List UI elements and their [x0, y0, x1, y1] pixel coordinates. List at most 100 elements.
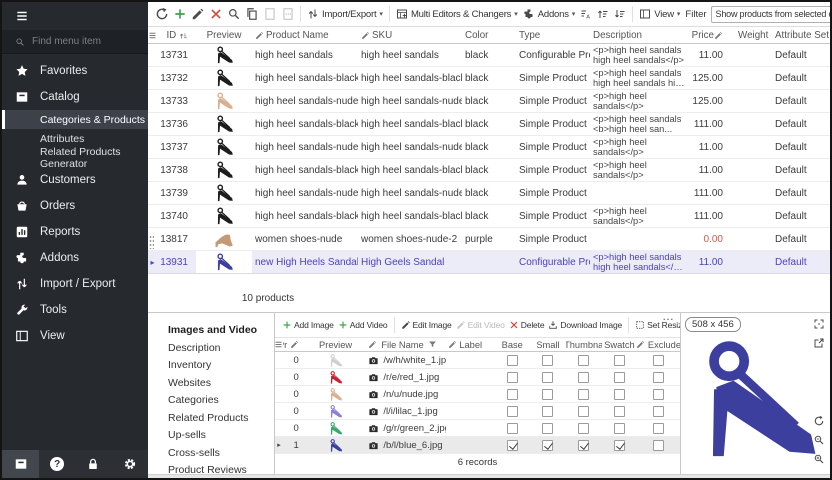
tab-categories[interactable]: Categories [148, 392, 274, 410]
search-button[interactable] [225, 4, 242, 24]
tab-inventory[interactable]: Inventory [148, 357, 274, 375]
cell-base[interactable] [494, 355, 530, 366]
column-header-sku[interactable]: SKU [358, 30, 462, 41]
exclude-checkbox[interactable] [653, 389, 664, 400]
settings-button[interactable] [112, 457, 148, 471]
cell-product-name[interactable]: high heel sandals-nude-37 [252, 182, 358, 204]
cell-attribute-set[interactable]: Default [772, 159, 830, 181]
cell-small[interactable] [530, 389, 566, 400]
base-checkbox[interactable] [507, 423, 518, 434]
sidebar-item-orders[interactable]: Orders [2, 193, 148, 219]
cell-swatch[interactable] [602, 355, 638, 366]
column-header-thumbnail[interactable]: Thumbna [566, 340, 602, 350]
cell-price[interactable]: 11.00 [690, 136, 735, 158]
sort-alpha-button[interactable] [578, 4, 594, 24]
cell-id[interactable]: 13738 [157, 159, 196, 181]
exclude-checkbox[interactable] [653, 406, 664, 417]
delete-image-button[interactable]: Delete [508, 320, 546, 330]
addons-menu-button[interactable]: Addons▾ [521, 4, 578, 24]
cell-type[interactable]: Simple Product [516, 113, 590, 135]
sidebar-item-customers[interactable]: Customers [2, 167, 148, 193]
column-header-position[interactable]: Pr [283, 340, 305, 350]
delete-product-button[interactable] [207, 4, 224, 24]
cell-color[interactable]: purple [462, 228, 516, 250]
product-row[interactable]: 13738 high heel sandals-black-37 high he… [148, 159, 830, 182]
cell-color[interactable]: black [462, 205, 516, 227]
cell-id[interactable]: 13736 [157, 113, 196, 135]
paste-special-button[interactable] [279, 4, 296, 24]
swatch-checkbox[interactable] [614, 423, 625, 434]
cell-thumbnail[interactable] [566, 423, 602, 434]
cell-position[interactable]: 0 [283, 406, 305, 417]
cell-position[interactable]: 0 [283, 389, 305, 400]
cell-product-name[interactable]: high heel sandals-black-37 [252, 159, 358, 181]
cell-price[interactable]: 111.00 [690, 205, 735, 227]
cell-price[interactable]: 11.00 [690, 159, 735, 181]
bottom-catalog-button[interactable] [2, 450, 39, 478]
media-preview-image[interactable] [305, 421, 367, 436]
base-checkbox[interactable] [507, 440, 518, 451]
cell-attribute-set[interactable]: Default [772, 228, 830, 250]
sidebar-item-import-export[interactable]: Import / Export [2, 271, 148, 297]
cell-file-name[interactable]: /n/u/nude.jpg [366, 389, 445, 400]
thumbnail-checkbox[interactable] [578, 372, 589, 383]
swatch-checkbox[interactable] [614, 355, 625, 366]
multi-editors-menu-button[interactable]: Multi Editors & Changers▾ [394, 4, 520, 24]
column-header-product-name[interactable]: Product Name [252, 30, 358, 41]
exclude-checkbox[interactable] [653, 355, 664, 366]
copy-button[interactable] [243, 4, 260, 24]
thumbnail-checkbox[interactable] [578, 355, 589, 366]
cell-id[interactable]: 13737 [157, 136, 196, 158]
cell-id[interactable]: 13931 [157, 251, 196, 273]
zoom-out-button[interactable] [813, 434, 825, 449]
cell-small[interactable] [530, 372, 566, 383]
cell-price[interactable]: 11.00 [690, 44, 735, 66]
cell-weight[interactable] [735, 90, 772, 112]
cell-attribute-set[interactable]: Default [772, 182, 830, 204]
cell-product-name[interactable]: high heel sandals [252, 44, 358, 66]
small-checkbox[interactable] [542, 355, 553, 366]
cell-thumbnail[interactable] [566, 355, 602, 366]
download-image-button[interactable]: Download Image [547, 320, 623, 330]
column-header-base[interactable]: Base [494, 340, 530, 350]
cell-attribute-set[interactable]: Default [772, 90, 830, 112]
cell-weight[interactable] [735, 228, 772, 250]
cell-sku[interactable]: high heel sandals-black-36 [358, 113, 462, 135]
cell-weight[interactable] [735, 205, 772, 227]
cell-weight[interactable] [735, 182, 772, 204]
product-preview-image[interactable] [196, 205, 252, 227]
column-header-small[interactable]: Small [530, 340, 566, 350]
cell-sku[interactable]: high heel sandals-nude-37 [358, 182, 462, 204]
sidebar-item-favorites[interactable]: Favorites [2, 58, 148, 84]
sidebar-item-tools[interactable]: Tools [2, 297, 148, 323]
column-header-swatch[interactable]: Swatch [602, 340, 638, 350]
media-preview-image[interactable] [305, 438, 367, 453]
cell-type[interactable]: Simple Product [516, 90, 590, 112]
cell-attribute-set[interactable]: Default [772, 136, 830, 158]
refresh-button[interactable] [153, 4, 170, 24]
cell-weight[interactable] [735, 67, 772, 89]
cell-position[interactable]: 0 [283, 355, 305, 366]
column-header-color[interactable]: Color [462, 30, 516, 41]
cell-base[interactable] [494, 372, 530, 383]
cell-file-name[interactable]: /b/l/blue_6.jpg [366, 440, 445, 451]
cell-attribute-set[interactable]: Default [772, 44, 830, 66]
cell-description[interactable]: <p>high heel sandals</p> [590, 90, 690, 112]
media-row[interactable]: 0 /l/i/lilac_1.jpg [275, 403, 680, 420]
cell-id[interactable]: 13732 [157, 67, 196, 89]
cell-sku[interactable]: women shoes-nude-2 [358, 228, 462, 250]
sidebar-item-categories-products[interactable]: Categories & Products [2, 110, 148, 129]
cell-thumbnail[interactable] [566, 440, 602, 451]
swatch-checkbox[interactable] [614, 406, 625, 417]
rotate-button[interactable] [813, 415, 825, 430]
media-row[interactable]: 0 /g/r/green_2.jpg [275, 420, 680, 437]
column-header-preview[interactable]: Preview [305, 340, 367, 350]
cell-sku[interactable]: high heel sandals [358, 44, 462, 66]
cell-exclude[interactable] [637, 440, 680, 451]
cell-product-name[interactable]: high heel sandals-black-36 [252, 113, 358, 135]
cell-file-name[interactable]: /r/e/red_1.jpg [366, 372, 445, 383]
cell-base[interactable] [494, 440, 530, 451]
cell-base[interactable] [494, 406, 530, 417]
small-checkbox[interactable] [542, 389, 553, 400]
cell-type[interactable]: Simple Product [516, 136, 590, 158]
